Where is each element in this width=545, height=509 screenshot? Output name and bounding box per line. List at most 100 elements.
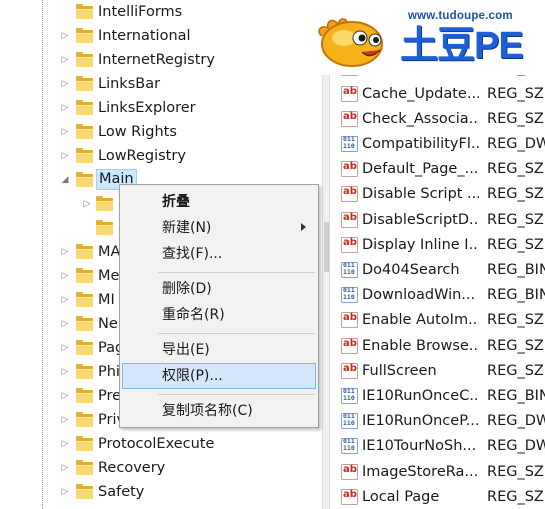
menu-item-delete[interactable]: 删除(D) (122, 276, 316, 302)
expand-arrow-icon[interactable]: ▷ (60, 319, 70, 329)
value-name: IE10RunOnceP... (362, 413, 479, 430)
folder-icon (76, 124, 93, 139)
value-type: REG_SZ (487, 488, 544, 505)
value-row[interactable]: Enable Browse... REG_SZ (331, 334, 545, 359)
string-value-icon (341, 85, 358, 102)
value-row[interactable]: Check_Associa... REG_SZ (331, 107, 545, 132)
binary-value-icon (341, 287, 358, 304)
string-value-icon (341, 337, 358, 354)
folder-icon (76, 292, 93, 307)
value-type: REG_SZ (487, 186, 544, 203)
value-name: Disable Script ... (362, 186, 479, 203)
binary-value-icon (341, 262, 358, 278)
tree-item[interactable]: ▷ LinksBar (0, 72, 322, 96)
folder-icon (76, 244, 93, 259)
value-type: REG_SZ (487, 463, 544, 480)
menu-item-copy-key-name[interactable]: 复制项名称(C) (122, 398, 316, 424)
value-row[interactable]: Display Inline I... REG_SZ (331, 233, 545, 258)
menu-item-collapse[interactable]: 折叠 (122, 189, 316, 215)
tree-item[interactable]: ▷ LinksExplorer (0, 96, 322, 120)
value-row[interactable]: IE10TourNoSh... REG_DW (331, 434, 545, 459)
expand-arrow-icon[interactable]: ▷ (82, 199, 92, 209)
folder-icon (76, 52, 93, 67)
tree-item[interactable]: ▷ Recovery (0, 456, 322, 480)
expand-arrow-icon[interactable]: ▷ (60, 127, 70, 137)
string-value-icon (341, 312, 358, 329)
tree-item[interactable]: IntelliForms (0, 0, 322, 24)
value-name: Local Page (362, 488, 440, 505)
value-name: Check_Associa... (362, 110, 479, 127)
string-value-icon (341, 110, 358, 127)
logo-url-text: www.tudoupe.com (408, 10, 513, 22)
value-row[interactable]: CompatibilityFl... REG_DW (331, 132, 545, 157)
value-name: FullScreen (362, 362, 437, 379)
expand-arrow-icon[interactable]: ▷ (60, 367, 70, 377)
tree-item[interactable]: ▷ International (0, 24, 322, 48)
value-row[interactable]: IE10RunOnceP... REG_DW (331, 409, 545, 434)
value-type: REG_BIN (487, 287, 545, 304)
value-type: REG_SZ (487, 85, 544, 102)
submenu-arrow-icon (301, 223, 306, 231)
folder-icon (76, 484, 93, 499)
tree-item-label: International (98, 28, 191, 44)
tree-item[interactable]: ▷ Safety (0, 480, 322, 504)
expand-arrow-icon[interactable]: ▷ (60, 31, 70, 41)
value-row[interactable]: DisableScriptD... REG_SZ (331, 208, 545, 233)
menu-item-permissions[interactable]: 权限(P)... (122, 363, 316, 389)
menu-item-new[interactable]: 新建(N) (122, 215, 316, 241)
tree-item-label: InternetRegistry (98, 52, 215, 68)
string-value-icon (341, 463, 358, 480)
tree-item[interactable]: ▷ InternetRegistry (0, 48, 322, 72)
value-row[interactable]: Do404Search REG_BIN (331, 258, 545, 283)
expand-arrow-icon[interactable]: ▷ (60, 79, 70, 89)
registry-values-list[interactable]: REG_SZREG_SZREG_SZCache_Update...REG_SZC… (331, 0, 545, 509)
folder-icon (76, 388, 93, 403)
tree-item-label: Me (98, 268, 120, 284)
expand-arrow-icon[interactable]: ▷ (60, 391, 70, 401)
context-menu: 折叠 新建(N) 查找(F)... 删除(D) 重命名(R) 导出(E) 权限(… (119, 184, 319, 428)
value-name: Display Inline I... (362, 236, 479, 253)
menu-item-find[interactable]: 查找(F)... (122, 241, 316, 267)
value-type: REG_SZ (487, 211, 544, 228)
value-row[interactable]: Local Page REG_SZ (331, 485, 545, 509)
value-row[interactable]: ImageStoreRa... REG_SZ (331, 460, 545, 485)
expand-arrow-icon[interactable]: ▷ (60, 439, 70, 449)
expand-arrow-icon[interactable]: ▷ (60, 415, 70, 425)
expand-arrow-icon[interactable]: ▷ (60, 343, 70, 353)
expand-arrow-icon[interactable]: ▷ (60, 463, 70, 473)
folder-icon (76, 100, 93, 115)
tree-item[interactable]: ▷ Low Rights (0, 120, 322, 144)
value-row[interactable]: DownloadWin... REG_BIN (331, 283, 545, 308)
expanded-arrow-icon[interactable]: ◢ (60, 175, 70, 185)
value-row[interactable]: Disable Script ... REG_SZ (331, 182, 545, 207)
tree-item[interactable]: ▷ ProtocolExecute (0, 432, 322, 456)
potato-mascot-icon (318, 18, 383, 67)
tree-item[interactable]: ▷ LowRegistry (0, 144, 322, 168)
value-name: ImageStoreRa... (362, 463, 479, 480)
expand-arrow-icon[interactable]: ▷ (60, 295, 70, 305)
value-row[interactable]: IE10RunOnceC... REG_BIN (331, 384, 545, 409)
menu-separator (158, 272, 315, 273)
value-type: REG_SZ (487, 362, 544, 379)
folder-icon (76, 76, 93, 91)
folder-icon (76, 412, 93, 427)
expand-arrow-icon[interactable]: ▷ (60, 247, 70, 257)
value-row[interactable]: Cache_Update... REG_SZ (331, 82, 545, 107)
expand-arrow-icon[interactable]: ▷ (60, 55, 70, 65)
menu-item-export[interactable]: 导出(E) (122, 337, 316, 363)
value-row[interactable]: Enable AutoIm... REG_SZ (331, 308, 545, 333)
string-value-icon (341, 186, 358, 203)
menu-separator (158, 394, 315, 395)
expand-arrow-icon[interactable]: ▷ (60, 487, 70, 497)
expand-arrow-icon[interactable]: ▷ (60, 151, 70, 161)
value-row[interactable]: FullScreen REG_SZ (331, 359, 545, 384)
pane-splitter[interactable] (322, 0, 330, 509)
value-type: REG_SZ (487, 312, 544, 329)
expand-arrow-icon[interactable]: ▷ (60, 103, 70, 113)
binary-value-icon (341, 438, 358, 455)
menu-item-rename[interactable]: 重命名(R) (122, 302, 316, 328)
value-row[interactable]: Default_Page_... REG_SZ (331, 157, 545, 182)
tree-item-label: MI (98, 292, 115, 308)
expand-arrow-icon[interactable]: ▷ (60, 271, 70, 281)
scrollbar-thumb[interactable] (324, 222, 329, 272)
